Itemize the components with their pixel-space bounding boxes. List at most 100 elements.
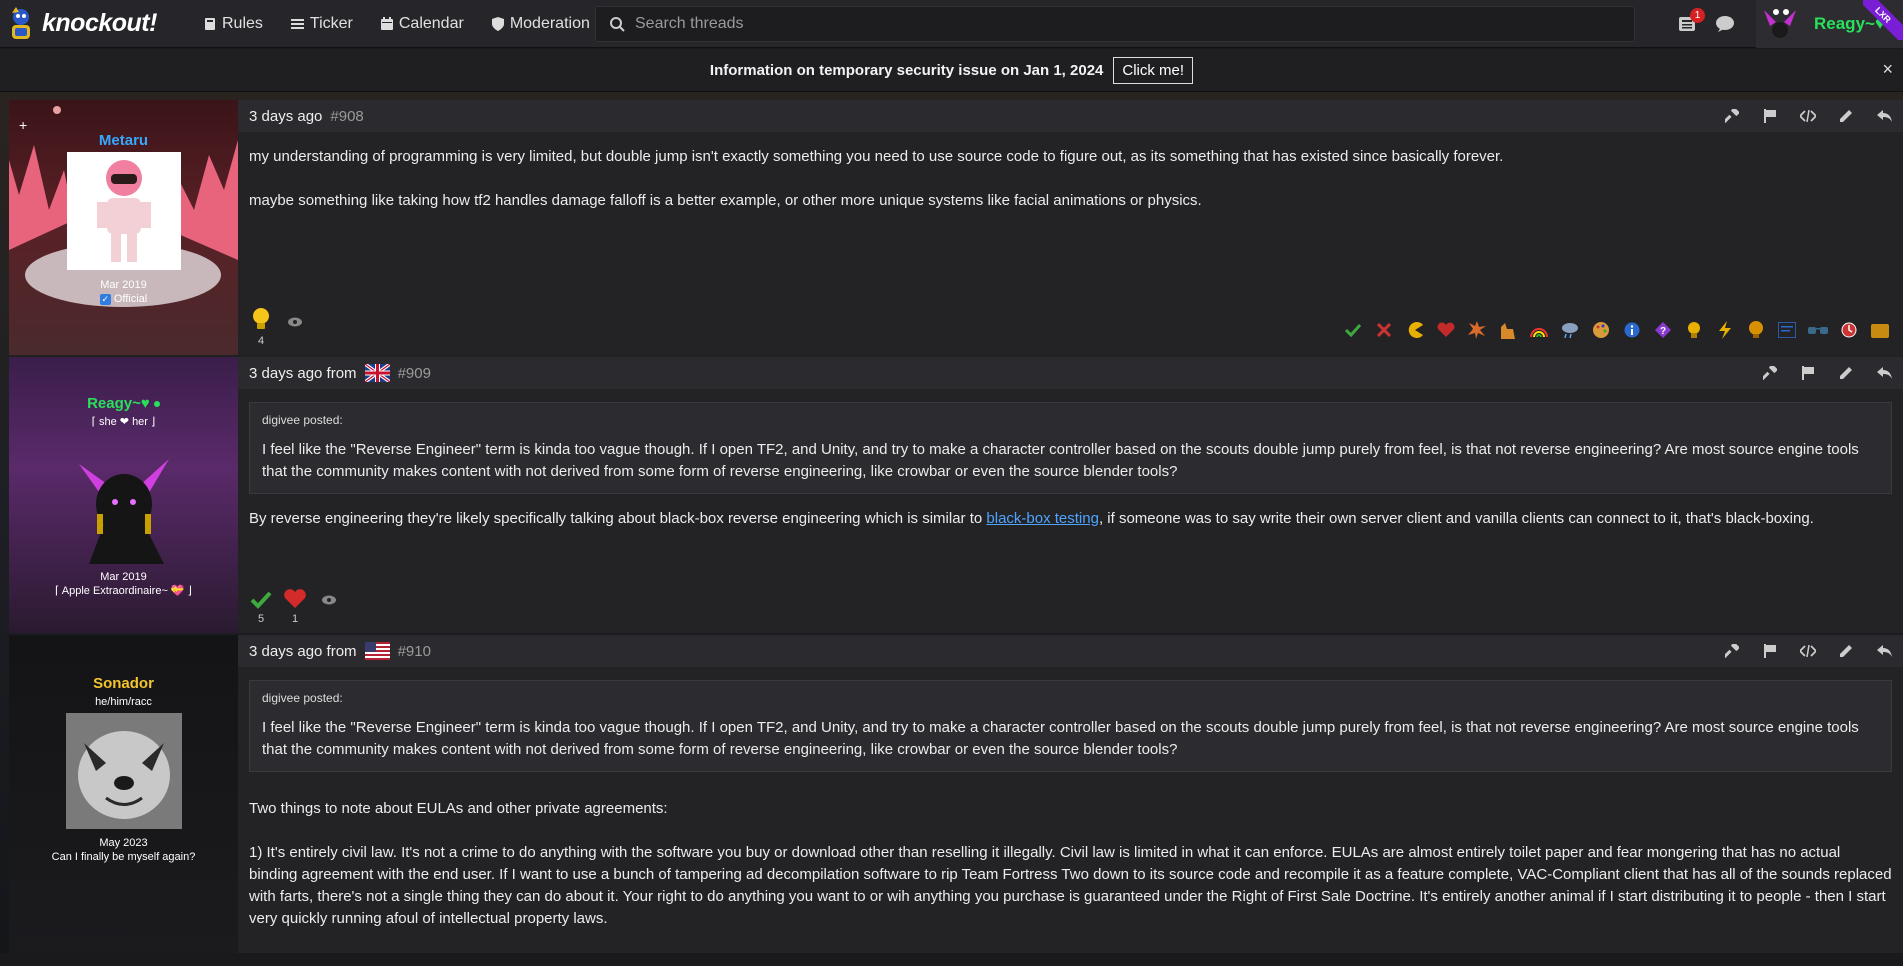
- pencil-icon[interactable]: [1827, 357, 1865, 389]
- chat-bubble-icon: [1716, 16, 1734, 32]
- post-header: 3 days ago from #910: [238, 635, 1903, 667]
- reply-icon[interactable]: [1865, 635, 1903, 667]
- pencil-icon[interactable]: [1827, 635, 1865, 667]
- pacman-rating-icon[interactable]: [1399, 321, 1430, 339]
- flag-icon[interactable]: [1751, 100, 1789, 132]
- author-avatar[interactable]: [66, 152, 181, 270]
- post-content: Two things to note about EULAs and other…: [238, 786, 1903, 966]
- post-ratings: 5 1: [238, 581, 351, 625]
- code-icon[interactable]: [1789, 635, 1827, 667]
- box-rating-icon[interactable]: [1864, 322, 1895, 338]
- corner-ribbon: LXR: [1863, 0, 1903, 40]
- post-ratings: 4: [238, 303, 317, 347]
- post-number[interactable]: #908: [330, 108, 363, 125]
- author-tag: Official: [113, 293, 148, 305]
- post-number[interactable]: #909: [398, 365, 431, 382]
- post-time[interactable]: 3 days ago from: [249, 365, 357, 382]
- checkmark-icon: [250, 591, 272, 609]
- post: Sonador he/him/racc May 2023 Can I final…: [9, 635, 1903, 953]
- post-content: By reverse engineering they're likely sp…: [238, 508, 1903, 544]
- check-rating-icon[interactable]: [1337, 323, 1368, 337]
- user-avatar: [1756, 0, 1804, 48]
- burst-rating-icon[interactable]: [1461, 321, 1492, 339]
- palette-rating-icon[interactable]: [1585, 321, 1616, 339]
- post-time[interactable]: 3 days ago from: [249, 643, 357, 660]
- top-icons: 1: [1668, 0, 1744, 48]
- post-author-panel: + Metaru Mar 2019 ✓ Official: [9, 100, 238, 355]
- heart-rating-icon[interactable]: [1430, 322, 1461, 338]
- nav-calendar[interactable]: Calendar: [367, 0, 478, 48]
- knockout-logo-icon: [6, 5, 36, 43]
- calendar-icon: [380, 17, 393, 30]
- announcement-button[interactable]: Click me!: [1113, 56, 1194, 84]
- site-logo[interactable]: knockout!: [0, 0, 190, 48]
- info-rating-icon[interactable]: [1616, 322, 1647, 338]
- lightbulb-icon: [253, 308, 269, 329]
- author-tag-row: ✓ Official: [9, 292, 238, 306]
- lightning-rating-icon[interactable]: [1709, 321, 1740, 339]
- author-joined: May 2023: [99, 837, 148, 849]
- top-navigation-bar: knockout! Rules Ticker Calendar Moderati…: [0, 0, 1903, 48]
- author-avatar[interactable]: [65, 713, 182, 829]
- author-joined: Mar 2019: [100, 279, 147, 291]
- quote-author[interactable]: digivee posted:: [262, 691, 1879, 705]
- hammer-icon[interactable]: [1751, 357, 1789, 389]
- author-name[interactable]: Metaru: [9, 132, 238, 149]
- author-name[interactable]: Sonador: [9, 675, 238, 692]
- idea-rating-icon[interactable]: [1678, 321, 1709, 339]
- quote-text: I feel like the "Reverse Engineer" term …: [262, 441, 1859, 480]
- flag-icon[interactable]: [1789, 357, 1827, 389]
- search-input[interactable]: [635, 15, 1535, 33]
- nav-ticker[interactable]: Ticker: [277, 0, 367, 48]
- uk-flag-icon: [364, 364, 390, 382]
- glasses-rating-icon[interactable]: [1802, 325, 1833, 335]
- author-avatar[interactable]: [49, 434, 199, 564]
- svg-text:+: +: [19, 117, 27, 133]
- close-icon[interactable]: ×: [1882, 59, 1893, 80]
- rating-checkmark[interactable]: 5: [249, 591, 273, 625]
- post-body: 3 days ago from #909 digivee posted: I f…: [238, 357, 1903, 633]
- notifications-badge: 1: [1690, 8, 1705, 23]
- flag-icon[interactable]: [1751, 635, 1789, 667]
- x-rating-icon[interactable]: [1368, 323, 1399, 337]
- checkbox-icon: ✓: [99, 293, 111, 305]
- pencil-icon[interactable]: [1827, 100, 1865, 132]
- post-number[interactable]: #910: [398, 643, 431, 660]
- notifications-button[interactable]: 1: [1668, 0, 1706, 48]
- author-name-row[interactable]: Reagy~♥: [9, 395, 238, 412]
- bulb-rating-icon[interactable]: [1740, 321, 1771, 339]
- clock-rating-icon[interactable]: [1833, 322, 1864, 338]
- nav-calendar-label: Calendar: [398, 14, 464, 32]
- post-header: 3 days ago from #909: [238, 357, 1903, 389]
- eye-icon[interactable]: [317, 595, 341, 605]
- rating-heart[interactable]: 1: [283, 589, 307, 625]
- cat-rating-icon[interactable]: [1492, 321, 1523, 339]
- rainbow-rating-icon[interactable]: [1523, 323, 1554, 337]
- main-nav: Rules Ticker Calendar Moderation 2: [190, 0, 645, 48]
- question-rating-icon[interactable]: ?: [1647, 322, 1678, 338]
- author-joined: Mar 2019: [100, 571, 147, 583]
- nav-moderation[interactable]: Moderation 2: [478, 0, 645, 48]
- list-rating-icon[interactable]: [1771, 322, 1802, 338]
- eye-icon[interactable]: [283, 317, 307, 327]
- cloud-rain-rating-icon[interactable]: [1554, 322, 1585, 338]
- post-time[interactable]: 3 days ago: [249, 108, 322, 125]
- reply-icon[interactable]: [1865, 357, 1903, 389]
- rating-options-bar: ?: [1337, 321, 1895, 339]
- black-box-testing-link[interactable]: black-box testing: [986, 510, 1099, 527]
- post-content: my understanding of programming is very …: [238, 132, 1903, 248]
- us-flag-icon: [364, 642, 390, 660]
- code-icon[interactable]: [1789, 100, 1827, 132]
- post-body: 3 days ago #908 my understanding of prog…: [238, 100, 1903, 355]
- search-bar[interactable]: [595, 6, 1635, 42]
- quote-author[interactable]: digivee posted:: [262, 413, 1879, 427]
- quote-text: I feel like the "Reverse Engineer" term …: [262, 719, 1859, 758]
- hammer-icon[interactable]: [1713, 635, 1751, 667]
- user-menu[interactable]: Reagy~♥ LXR: [1756, 0, 1903, 48]
- nav-rules[interactable]: Rules: [190, 0, 277, 48]
- rating-lightbulb[interactable]: 4: [249, 307, 273, 347]
- messages-button[interactable]: [1706, 0, 1744, 48]
- reply-icon[interactable]: [1865, 100, 1903, 132]
- hammer-icon[interactable]: [1713, 100, 1751, 132]
- post-paragraph: my understanding of programming is very …: [249, 148, 1504, 165]
